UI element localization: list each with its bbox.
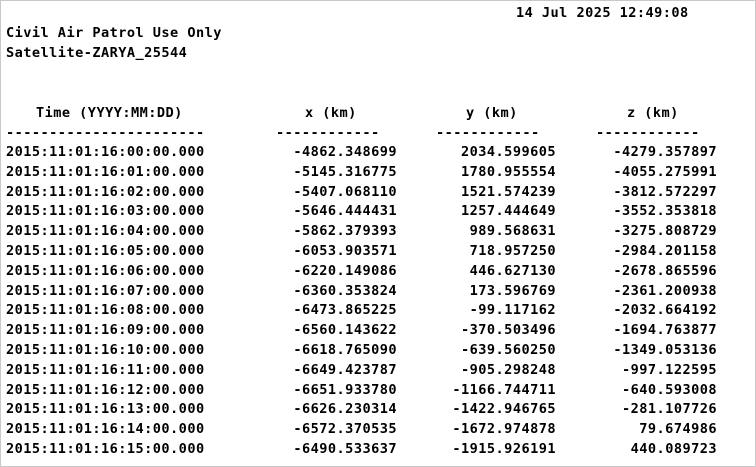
x-cell: -6473.865225 xyxy=(293,302,397,319)
table-row: 2015:11:01:16:01:00.000 -5145.316775 178… xyxy=(1,164,755,184)
x-cell: -5145.316775 xyxy=(293,163,397,180)
z-cell: 440.089723 xyxy=(630,440,717,457)
separator-y: ------------ xyxy=(436,125,540,141)
time-cell: 2015:11:01:16:13:00.000 xyxy=(6,401,205,418)
table-row: 2015:11:01:16:15:00.000 -6490.533637 -19… xyxy=(1,441,755,461)
z-cell: -4279.357897 xyxy=(613,144,717,160)
x-cell: -6360.353824 xyxy=(293,282,397,299)
x-cell: -6490.533637 xyxy=(293,440,397,457)
table-row: 2015:11:01:16:03:00.000 -5646.444431 125… xyxy=(1,203,755,223)
y-cell: -639.560250 xyxy=(461,341,556,358)
time-cell: 2015:11:01:16:08:00.000 xyxy=(6,302,205,319)
y-cell: 1521.574239 xyxy=(461,183,556,200)
column-header-y: y (km) xyxy=(466,105,518,121)
table-row: 2015:11:01:16:04:00.000 -5862.379393 989… xyxy=(1,223,755,243)
z-cell: -3812.572297 xyxy=(613,183,717,200)
time-cell: 2015:11:01:16:10:00.000 xyxy=(6,341,205,358)
x-cell: -6651.933780 xyxy=(293,381,397,398)
table-row: 2015:11:01:16:14:00.000 -6572.370535 -16… xyxy=(1,421,755,441)
column-header-x: x (km) xyxy=(305,105,357,121)
table-row: 2015:11:01:16:05:00.000 -6053.903571 718… xyxy=(1,243,755,263)
y-cell: -1166.744711 xyxy=(452,381,556,398)
z-cell: -4055.275991 xyxy=(613,163,717,180)
satellite-name: Satellite-ZARYA_25544 xyxy=(6,45,188,61)
y-cell: 173.596769 xyxy=(469,282,556,299)
time-cell: 2015:11:01:16:07:00.000 xyxy=(6,282,205,299)
ephemeris-table-body: 2015:11:01:16:00:00.000 -4862.348699 203… xyxy=(1,144,755,461)
time-cell: 2015:11:01:16:05:00.000 xyxy=(6,242,205,259)
usage-notice: Civil Air Patrol Use Only xyxy=(6,25,222,41)
table-row: 2015:11:01:16:07:00.000 -6360.353824 173… xyxy=(1,283,755,303)
column-header-z: z (km) xyxy=(627,105,679,121)
table-row: 2015:11:01:16:08:00.000 -6473.865225 -99… xyxy=(1,302,755,322)
table-row: 2015:11:01:16:11:00.000 -6649.423787 -90… xyxy=(1,362,755,382)
z-cell: -997.122595 xyxy=(622,361,717,378)
y-cell: -905.298248 xyxy=(461,361,556,378)
time-cell: 2015:11:01:16:15:00.000 xyxy=(6,440,205,457)
z-cell: -281.107726 xyxy=(622,401,717,418)
time-cell: 2015:11:01:16:01:00.000 xyxy=(6,163,205,180)
time-cell: 2015:11:01:16:14:00.000 xyxy=(6,421,205,438)
y-cell: 718.957250 xyxy=(469,242,556,259)
table-row: 2015:11:01:16:13:00.000 -6626.230314 -14… xyxy=(1,401,755,421)
z-cell: -1694.763877 xyxy=(613,322,717,339)
x-cell: -6572.370535 xyxy=(293,421,397,438)
time-cell: 2015:11:01:16:02:00.000 xyxy=(6,183,205,200)
y-cell: 1780.955554 xyxy=(461,163,556,180)
x-cell: -6626.230314 xyxy=(293,401,397,418)
y-cell: 446.627130 xyxy=(469,262,556,279)
table-row: 2015:11:01:16:00:00.000 -4862.348699 203… xyxy=(1,144,755,164)
separator-z: ------------ xyxy=(596,125,700,141)
y-cell: 1257.444649 xyxy=(461,203,556,220)
table-row: 2015:11:01:16:02:00.000 -5407.068110 152… xyxy=(1,184,755,204)
x-cell: -5646.444431 xyxy=(293,203,397,220)
y-cell: 2034.599605 xyxy=(461,144,556,160)
separator-time: ----------------------- xyxy=(6,125,205,141)
y-cell: -1915.926191 xyxy=(452,440,556,457)
time-cell: 2015:11:01:16:00:00.000 xyxy=(6,144,205,160)
time-cell: 2015:11:01:16:12:00.000 xyxy=(6,381,205,398)
separator-x: ------------ xyxy=(276,125,380,141)
column-header-time: Time (YYYY:MM:DD) xyxy=(36,105,183,121)
time-cell: 2015:11:01:16:06:00.000 xyxy=(6,262,205,279)
time-cell: 2015:11:01:16:04:00.000 xyxy=(6,223,205,240)
time-cell: 2015:11:01:16:03:00.000 xyxy=(6,203,205,220)
y-cell: -1672.974878 xyxy=(452,421,556,438)
z-cell: -3552.353818 xyxy=(613,203,717,220)
z-cell: -2361.200938 xyxy=(613,282,717,299)
y-cell: -370.503496 xyxy=(461,322,556,339)
table-row: 2015:11:01:16:09:00.000 -6560.143622 -37… xyxy=(1,322,755,342)
x-cell: -6618.765090 xyxy=(293,341,397,358)
x-cell: -4862.348699 xyxy=(293,144,397,160)
table-row: 2015:11:01:16:12:00.000 -6651.933780 -11… xyxy=(1,382,755,402)
z-cell: -2984.201158 xyxy=(613,242,717,259)
table-row: 2015:11:01:16:10:00.000 -6618.765090 -63… xyxy=(1,342,755,362)
time-cell: 2015:11:01:16:11:00.000 xyxy=(6,361,205,378)
z-cell: -2678.865596 xyxy=(613,262,717,279)
z-cell: 79.674986 xyxy=(639,421,717,438)
table-row: 2015:11:01:16:06:00.000 -6220.149086 446… xyxy=(1,263,755,283)
y-cell: -99.117162 xyxy=(469,302,556,319)
x-cell: -5862.379393 xyxy=(293,223,397,240)
z-cell: -640.593008 xyxy=(622,381,717,398)
y-cell: -1422.946765 xyxy=(452,401,556,418)
x-cell: -6649.423787 xyxy=(293,361,397,378)
z-cell: -2032.664192 xyxy=(613,302,717,319)
z-cell: -1349.053136 xyxy=(613,341,717,358)
y-cell: 989.568631 xyxy=(469,223,556,240)
x-cell: -6560.143622 xyxy=(293,322,397,339)
z-cell: -3275.808729 xyxy=(613,223,717,240)
ephemeris-report-page: 14 Jul 2025 12:49:08 Civil Air Patrol Us… xyxy=(0,0,756,467)
x-cell: -6053.903571 xyxy=(293,242,397,259)
x-cell: -5407.068110 xyxy=(293,183,397,200)
report-timestamp: 14 Jul 2025 12:49:08 xyxy=(516,5,689,21)
x-cell: -6220.149086 xyxy=(293,262,397,279)
time-cell: 2015:11:01:16:09:00.000 xyxy=(6,322,205,339)
